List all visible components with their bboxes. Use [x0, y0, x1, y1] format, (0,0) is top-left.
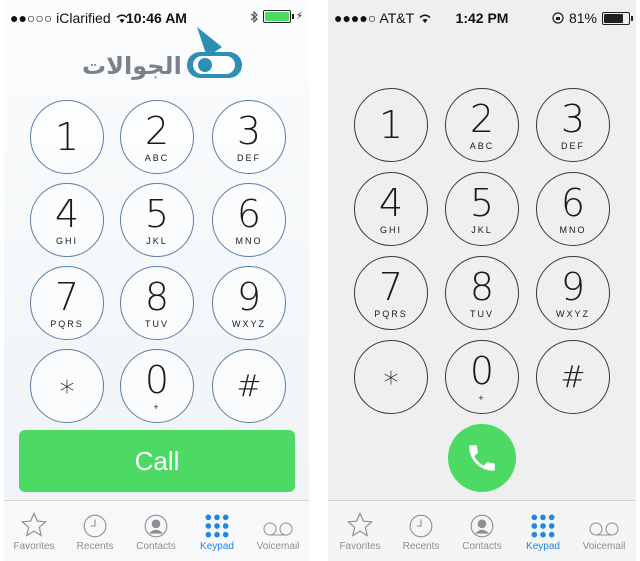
- bluetooth-icon: [250, 10, 258, 23]
- battery-icon: [602, 11, 633, 25]
- charging-icon: ⚡: [295, 11, 303, 22]
- key-5[interactable]: 5 JKL: [445, 172, 519, 246]
- key-0[interactable]: 0 +: [445, 340, 519, 414]
- call-button[interactable]: Call: [19, 430, 295, 492]
- key-2[interactable]: 2 ABC: [120, 100, 194, 174]
- left-phone-screen: ●●○○○ iClarified 10:46 AM ⚡ الجوالات 1 2…: [4, 0, 309, 561]
- status-bar: ●●●●○ AT&T 1:42 PM 81%: [328, 0, 636, 34]
- key-8[interactable]: 8 TUV: [120, 266, 194, 340]
- tab-contacts[interactable]: Contacts: [452, 501, 512, 552]
- star-icon: [346, 511, 374, 537]
- tab-recents[interactable]: Recents: [391, 501, 451, 552]
- key-7[interactable]: 7 PQRS: [354, 256, 428, 330]
- tab-bar: Favorites Recents Contacts Keypad Voicem…: [4, 500, 309, 561]
- battery-percent: 81%: [568, 10, 597, 26]
- tab-contacts[interactable]: Contacts: [126, 501, 186, 552]
- key-0[interactable]: 0 +: [120, 349, 194, 423]
- keypad-icon: [205, 514, 229, 538]
- keypad-icon: [531, 514, 555, 538]
- key-hash[interactable]: #: [536, 340, 610, 414]
- key-6[interactable]: 6 MNO: [536, 172, 610, 246]
- key-3[interactable]: 3 DEF: [212, 100, 286, 174]
- logo-graphic: [187, 27, 242, 78]
- key-7[interactable]: 7 PQRS: [30, 266, 104, 340]
- key-star[interactable]: ∗: [30, 349, 104, 423]
- key-star[interactable]: ∗: [354, 340, 428, 414]
- key-2[interactable]: 2 ABC: [445, 88, 519, 162]
- tab-voicemail[interactable]: Voicemail: [574, 501, 634, 552]
- clock-icon: [409, 514, 433, 538]
- tab-favorites[interactable]: Favorites: [4, 501, 64, 552]
- tab-keypad[interactable]: Keypad: [187, 501, 247, 552]
- tab-recents[interactable]: Recents: [65, 501, 125, 552]
- key-6[interactable]: 6 MNO: [212, 183, 286, 257]
- key-4[interactable]: 4 GHI: [354, 172, 428, 246]
- logo-text: الجوالات: [82, 53, 182, 80]
- key-hash[interactable]: #: [212, 349, 286, 423]
- right-phone-screen: ●●●●○ AT&T 1:42 PM 81% 1 2 ABC 3 DEF 4 GHI …: [328, 0, 636, 561]
- star-icon: [20, 511, 48, 537]
- contact-icon: [144, 514, 168, 538]
- call-button[interactable]: [448, 424, 516, 492]
- tab-keypad[interactable]: Keypad: [513, 501, 573, 552]
- tab-favorites[interactable]: Favorites: [330, 501, 390, 552]
- watermark-logo: الجوالات: [82, 22, 252, 102]
- battery-icon: [262, 10, 294, 23]
- tab-voicemail[interactable]: Voicemail: [248, 501, 308, 552]
- voicemail-icon: [589, 522, 619, 536]
- key-1[interactable]: 1: [30, 100, 104, 174]
- key-8[interactable]: 8 TUV: [445, 256, 519, 330]
- key-5[interactable]: 5 JKL: [120, 183, 194, 257]
- contact-icon: [470, 514, 494, 538]
- clock-icon: [83, 514, 107, 538]
- key-9[interactable]: 9 WXYZ: [536, 256, 610, 330]
- key-4[interactable]: 4 GHI: [30, 183, 104, 257]
- key-1[interactable]: 1: [354, 88, 428, 162]
- key-3[interactable]: 3 DEF: [536, 88, 610, 162]
- rotation-lock-icon: [552, 12, 564, 24]
- tab-bar: Favorites Recents Contacts Keypad Voicem…: [328, 500, 636, 561]
- key-9[interactable]: 9 WXYZ: [212, 266, 286, 340]
- voicemail-icon: [263, 522, 293, 536]
- phone-handset-icon: [469, 445, 495, 471]
